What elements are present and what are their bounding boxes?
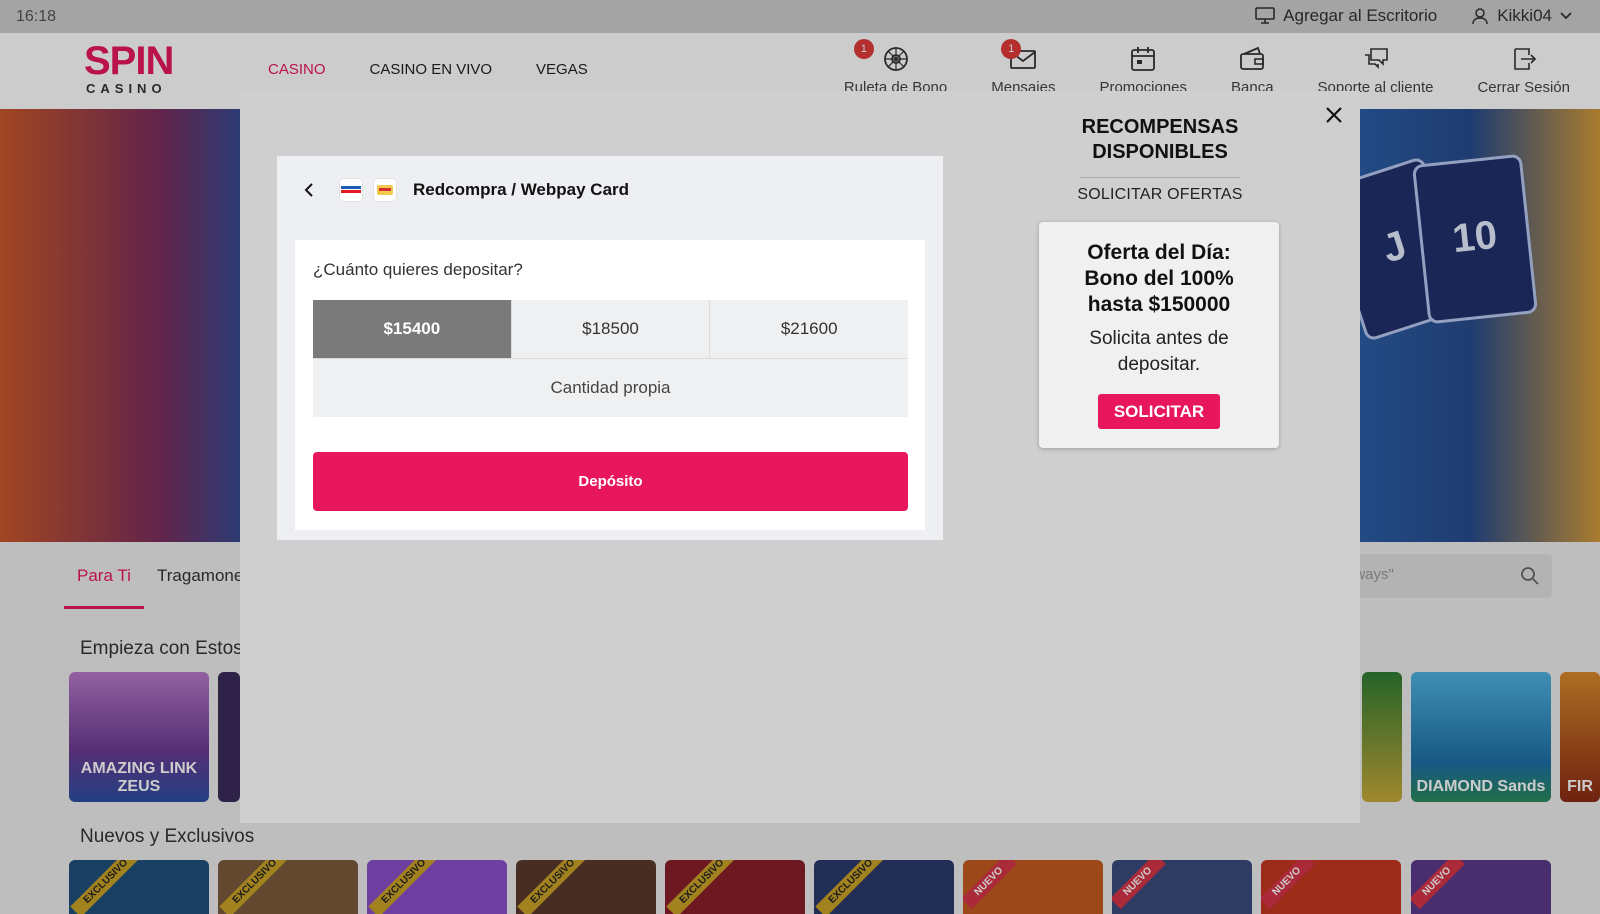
- menu-vegas[interactable]: VEGAS: [536, 61, 588, 78]
- roulette-icon: [883, 47, 908, 71]
- rewards-panel: RECOMPENSAS DISPONIBLES SOLICITAR OFERTA…: [1040, 115, 1280, 204]
- status-bar: 16:18 Agregar al Escritorio Kikki04: [0, 0, 1600, 33]
- game-tile[interactable]: [1362, 672, 1402, 802]
- calendar-icon: [1131, 47, 1156, 71]
- exclusive-ribbon: EXCLUSIVO: [666, 860, 738, 914]
- tab-for-you[interactable]: Para Ti: [77, 566, 131, 586]
- section-title-new: Nuevos y Exclusivos: [80, 826, 255, 847]
- exclusive-ribbon: EXCLUSIVO: [70, 860, 142, 914]
- rewards-divider: [1080, 177, 1240, 178]
- nav-logout[interactable]: Cerrar Sesión: [1477, 45, 1570, 96]
- game-tile[interactable]: NUEVO: [1261, 860, 1401, 914]
- game-tile[interactable]: EXCLUSIVO: [218, 860, 358, 914]
- rewards-heading: RECOMPENSAS DISPONIBLES: [1081, 116, 1239, 163]
- claim-offer-button[interactable]: SOLICITAR: [1098, 394, 1220, 429]
- game-tile[interactable]: EXCLUSIVO: [665, 860, 805, 914]
- main-menu: CASINO CASINO EN VIVO VEGAS: [268, 61, 588, 78]
- redcompra-logo-icon: [339, 178, 363, 202]
- deposit-panel: Redcompra / Webpay Card ¿Cuánto quieres …: [277, 156, 943, 540]
- new-ribbon: NUEVO: [1411, 860, 1465, 910]
- deposit-modal: Redcompra / Webpay Card ¿Cuánto quieres …: [240, 91, 1360, 823]
- chevron-down-icon: [1560, 12, 1572, 20]
- webpay-logo-icon: [373, 178, 397, 202]
- request-offers-link[interactable]: SOLICITAR OFERTAS: [1040, 186, 1280, 204]
- nav-promotions[interactable]: Promociones: [1099, 45, 1187, 96]
- nav-support[interactable]: Soporte al cliente: [1318, 45, 1433, 96]
- game-tile[interactable]: [218, 672, 240, 802]
- back-button[interactable]: [299, 180, 319, 200]
- exclusive-ribbon: EXCLUSIVO: [219, 860, 291, 914]
- bonus-wheel-badge: 1: [853, 39, 874, 59]
- logout-icon: [1513, 48, 1536, 70]
- user-icon: [1472, 8, 1488, 25]
- close-icon[interactable]: [1322, 103, 1346, 127]
- nav-logout-label: Cerrar Sesión: [1477, 79, 1570, 96]
- tab-slots[interactable]: Tragamone: [157, 566, 243, 586]
- add-to-desktop-link[interactable]: Agregar al Escritorio: [1255, 6, 1437, 26]
- nav-bonus-wheel[interactable]: 1 Ruleta de Bono: [844, 39, 947, 96]
- username: Kikki04: [1497, 6, 1552, 25]
- chevron-left-icon: [304, 183, 313, 197]
- deposit-form: ¿Cuánto quieres depositar? $15400 $18500…: [295, 240, 925, 530]
- game-tile[interactable]: AMAZING LINK ZEUS: [69, 672, 209, 802]
- logo-spin: SPIN: [84, 39, 174, 83]
- monitor-icon: [1255, 7, 1275, 24]
- game-search-input[interactable]: aways": [1332, 554, 1552, 598]
- game-tile[interactable]: EXCLUSIVO: [814, 860, 954, 914]
- new-ribbon: NUEVO: [963, 860, 1017, 910]
- game-tile[interactable]: NUEVO: [1112, 860, 1252, 914]
- spin-casino-logo[interactable]: SPIN CASINO: [84, 41, 174, 101]
- offer-description: Solicita antes de depositar.: [1089, 328, 1229, 375]
- chat-icon: [1364, 48, 1388, 69]
- exclusive-ribbon: EXCLUSIVO: [368, 860, 440, 914]
- game-tile[interactable]: EXCLUSIVO: [367, 860, 507, 914]
- icon-navigation: 1 Ruleta de Bono 1 Mensajes Promociones …: [844, 39, 1570, 96]
- offer-card: Oferta del Día: Bono del 100% hasta $150…: [1039, 222, 1279, 448]
- section-title-start: Empieza con Estos: [80, 638, 243, 659]
- search-icon: [1521, 567, 1539, 585]
- exclusive-ribbon: EXCLUSIVO: [517, 860, 589, 914]
- game-title: AMAZING LINK ZEUS: [80, 760, 198, 795]
- user-menu[interactable]: Kikki04: [1471, 6, 1572, 26]
- payment-method-title: Redcompra / Webpay Card: [413, 180, 630, 199]
- clock: 16:18: [16, 8, 57, 25]
- logo-casino: CASINO: [86, 81, 167, 96]
- game-title: FIR: [1567, 778, 1593, 795]
- deposit-header: Redcompra / Webpay Card: [299, 178, 629, 202]
- playing-cards-art: J 10: [1317, 139, 1540, 399]
- game-tile[interactable]: DIAMOND Sands: [1411, 672, 1551, 802]
- active-tab-underline: [64, 606, 144, 609]
- card-art: 10: [1411, 153, 1539, 325]
- amount-option-2[interactable]: $18500: [511, 300, 711, 359]
- amount-option-3[interactable]: $21600: [710, 300, 909, 359]
- game-tile[interactable]: NUEVO: [963, 860, 1103, 914]
- game-tile[interactable]: EXCLUSIVO: [516, 860, 656, 914]
- exclusive-ribbon: EXCLUSIVO: [815, 860, 887, 914]
- custom-amount-option[interactable]: Cantidad propia: [313, 359, 908, 417]
- game-tile[interactable]: EXCLUSIVO: [69, 860, 209, 914]
- game-title: DIAMOND Sands: [1416, 778, 1546, 795]
- offer-title: Oferta del Día: Bono del 100% hasta $150…: [1084, 241, 1234, 316]
- game-tile[interactable]: FIR: [1560, 672, 1600, 802]
- nav-banking[interactable]: Banca: [1231, 45, 1274, 96]
- nav-messages[interactable]: 1 Mensajes: [991, 39, 1055, 96]
- deposit-button[interactable]: Depósito: [313, 452, 908, 511]
- new-ribbon: NUEVO: [1112, 860, 1166, 910]
- wallet-icon: [1240, 46, 1265, 70]
- add-to-desktop-label: Agregar al Escritorio: [1283, 6, 1438, 25]
- game-tile[interactable]: NUEVO: [1411, 860, 1551, 914]
- amount-option-1[interactable]: $15400: [313, 300, 512, 359]
- menu-live-casino[interactable]: CASINO EN VIVO: [370, 61, 493, 78]
- amount-options: $15400 $18500 $21600 Cantidad propia: [313, 300, 909, 417]
- new-ribbon: NUEVO: [1261, 860, 1315, 910]
- menu-casino[interactable]: CASINO: [268, 61, 326, 78]
- deposit-question: ¿Cuánto quieres depositar?: [313, 260, 523, 279]
